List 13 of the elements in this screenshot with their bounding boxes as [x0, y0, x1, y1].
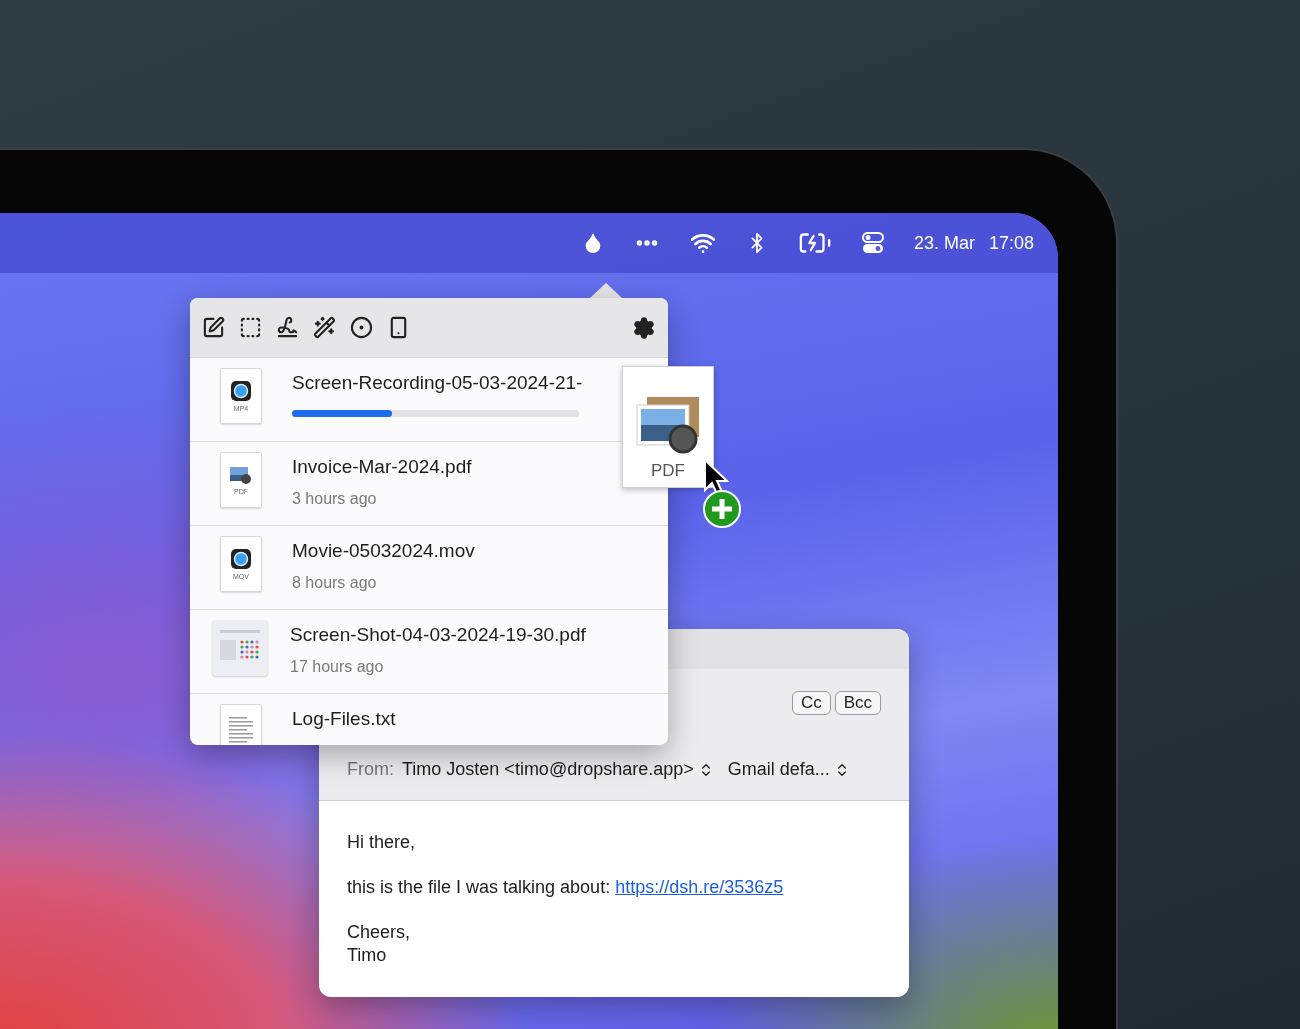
message-text: this is the file I was talking about: https://dsh.re/3536z5	[347, 876, 785, 899]
from-label: From:	[347, 759, 394, 780]
message-text: Hi there,	[347, 831, 417, 854]
message-text: Cheers,	[347, 921, 412, 944]
upload-time: 17 hours ago	[290, 658, 385, 676]
file-name: Log-Files.txt	[292, 708, 396, 730]
upload-time: 3 hours ago	[292, 490, 378, 508]
upload-time: 8 hours ago	[292, 574, 378, 592]
message-text: Timo	[347, 944, 388, 967]
file-name: Invoice-Mar-2024.pdf	[292, 456, 472, 478]
file-name: Screen-Recording-05-03-2024-21-	[292, 372, 583, 394]
file-name: Screen-Shot-04-03-2024-19-30.pdf	[290, 624, 586, 646]
file-name: Movie-05032024.mov	[292, 540, 475, 562]
